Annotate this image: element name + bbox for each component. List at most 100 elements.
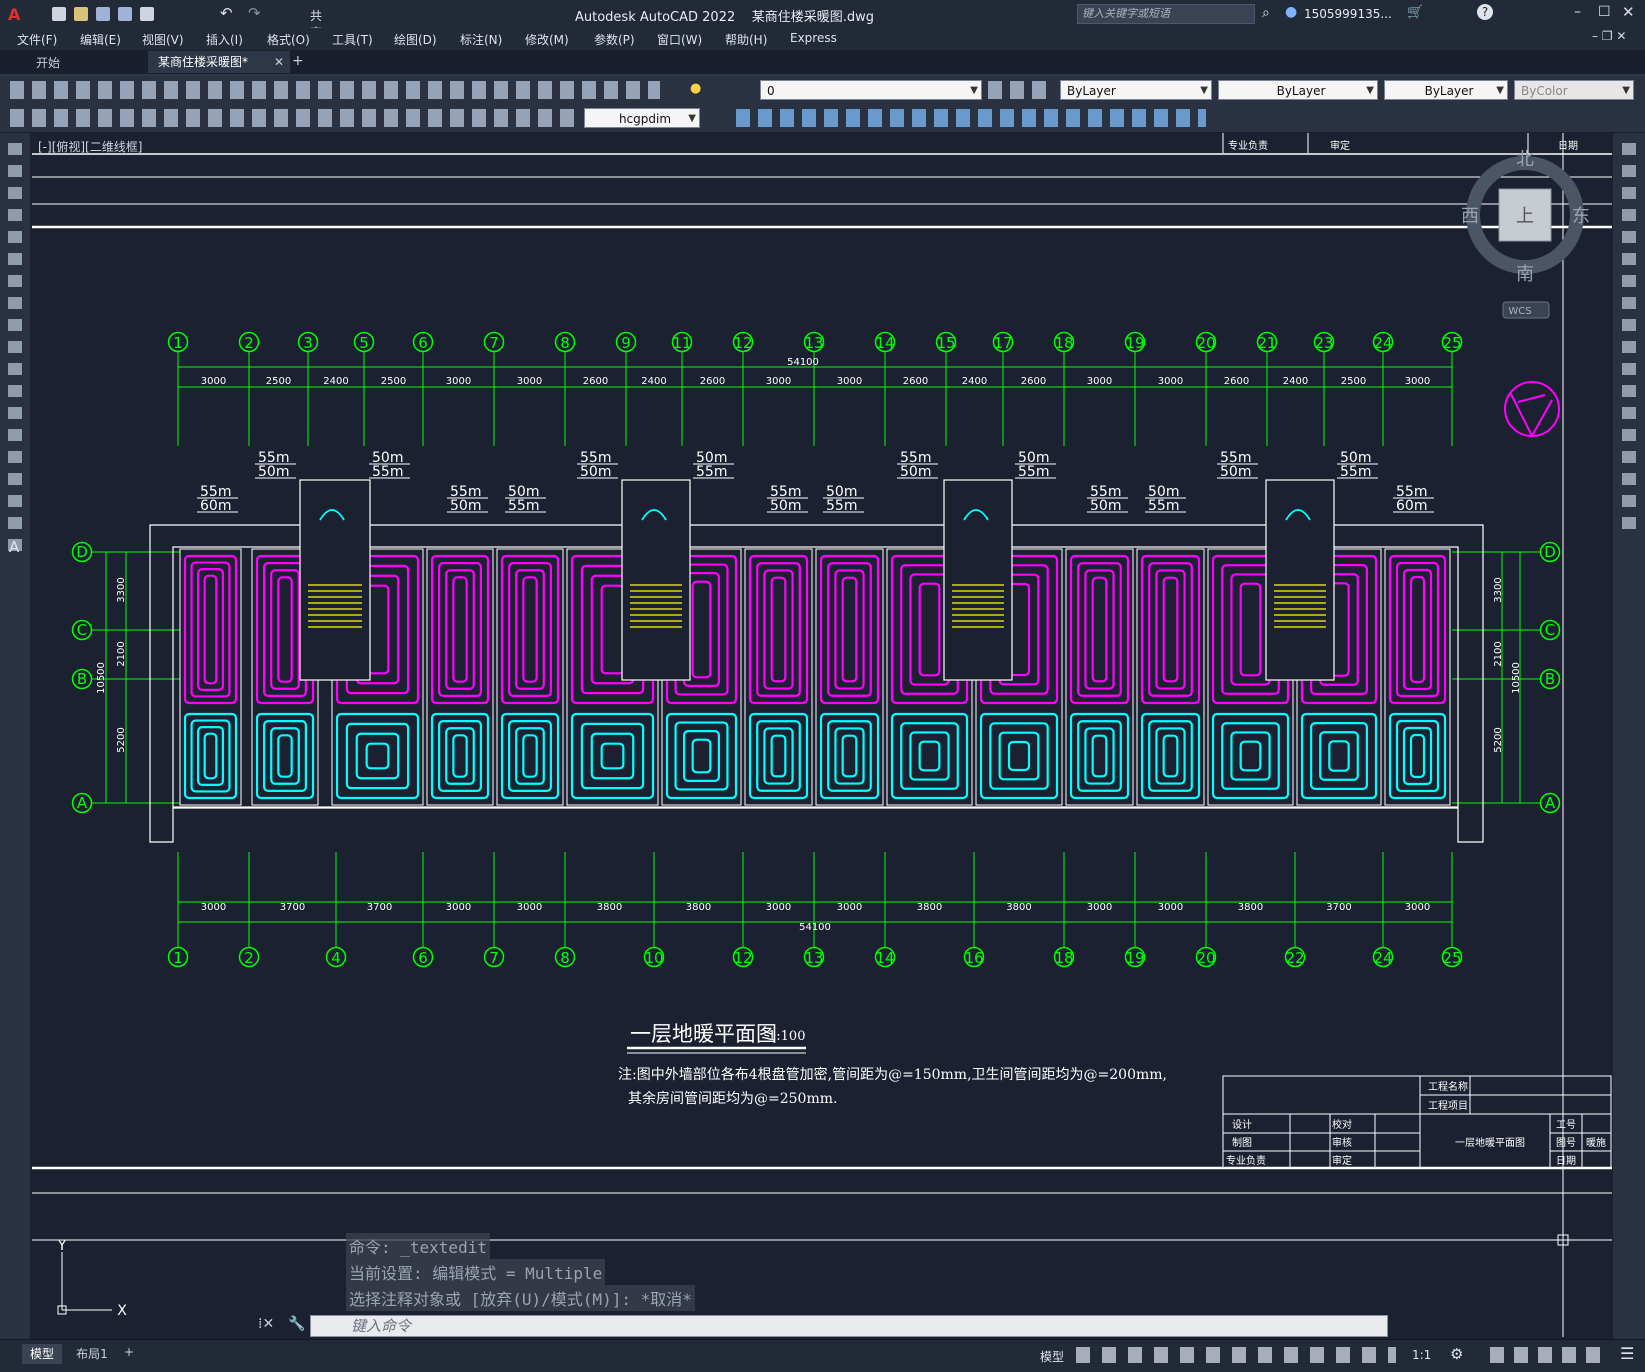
annotation-scale[interactable]: 1:1: [1412, 1348, 1431, 1362]
save-icon[interactable]: [96, 7, 110, 21]
redo-icon[interactable]: ↷: [248, 4, 261, 22]
top-dim-value: 3000: [201, 376, 226, 387]
viewport-label[interactable]: [-][俯视][二维线框]: [38, 139, 142, 154]
drawing-svg[interactable]: [-][俯视][二维线框] 专业负责 审定 日期 1 2 3 5 6 7 8 9 11 12 13 1…: [32, 133, 1612, 1337]
layer-dropdown[interactable]: 0 ▼: [760, 80, 982, 100]
left-dim-total: 10500: [96, 662, 107, 694]
heating-pipe-coil: [445, 569, 475, 690]
search-icon[interactable]: ⌕: [1262, 5, 1270, 21]
plot-icon[interactable]: [140, 7, 154, 21]
row-axis-label: C: [77, 621, 87, 639]
drawing-canvas[interactable]: [-][俯视][二维线框] 专业负责 审定 日期 1 2 3 5 6 7 8 9 11 12 13 1…: [32, 133, 1612, 1337]
tab-model[interactable]: 模型: [22, 1344, 62, 1364]
menu-insert[interactable]: 插入(I): [206, 31, 243, 48]
command-input[interactable]: 键入命令: [310, 1315, 1388, 1337]
status-toggle-icons[interactable]: [1076, 1347, 1396, 1363]
viewcube-south: 南: [1516, 264, 1534, 285]
status-right-icons[interactable]: [1490, 1347, 1600, 1363]
bottom-dim-value: 3000: [766, 902, 791, 913]
menu-express[interactable]: Express: [790, 31, 837, 45]
top-axis-label: 9: [621, 334, 631, 352]
autocad-logo-icon[interactable]: A: [8, 5, 20, 24]
menu-draw[interactable]: 绘图(D): [394, 31, 437, 48]
ucs-y-label: Y: [57, 1238, 67, 1254]
top-axis-label: 19: [1125, 334, 1144, 352]
user-icon[interactable]: ●: [1285, 4, 1297, 20]
tab-start[interactable]: 开始: [22, 53, 156, 73]
dimstyle-dropdown[interactable]: hcgpdim ▼: [584, 108, 700, 128]
new-tab-button[interactable]: +: [292, 53, 304, 69]
bottom-axis-label: 8: [560, 949, 570, 967]
heating-pipe-coil: [365, 742, 390, 770]
model-space-button[interactable]: 模型: [1040, 1348, 1064, 1365]
open-icon[interactable]: [74, 7, 88, 21]
heating-pipe-coil: [979, 712, 1059, 800]
plotstyle-dropdown[interactable]: ByColor ▼: [1514, 80, 1634, 100]
maximize-button[interactable]: ☐: [1598, 4, 1611, 20]
layer-bulb-icon[interactable]: ●: [690, 81, 701, 96]
minimize-button[interactable]: –: [1574, 4, 1581, 20]
lineweight-dropdown[interactable]: ByLayer ▼: [1384, 80, 1508, 100]
cart-icon[interactable]: 🛒: [1407, 5, 1423, 20]
heating-pipe-coil: [841, 576, 858, 683]
viewcube[interactable]: 上 北 南 西 东 WCS: [1461, 149, 1590, 319]
top-axis-label: 15: [936, 334, 955, 352]
heating-pipe-coil: [500, 712, 560, 800]
menu-dimension[interactable]: 标注(N): [460, 31, 502, 48]
close-tab-icon[interactable]: ✕: [274, 51, 284, 73]
menu-edit[interactable]: 编辑(E): [80, 31, 121, 48]
menu-modify[interactable]: 修改(M): [525, 31, 569, 48]
bottom-dim-value: 3000: [837, 902, 862, 913]
heating-pipe-coil: [834, 569, 865, 690]
tab-drawing[interactable]: 某商住楼采暖图* ✕: [148, 51, 290, 73]
top-dim-value: 2600: [700, 376, 725, 387]
settings-gear-icon[interactable]: ⚙: [1450, 1345, 1463, 1363]
menu-help[interactable]: 帮助(H): [725, 31, 767, 48]
saveas-icon[interactable]: [118, 7, 132, 21]
menu-view[interactable]: 视图(V): [142, 31, 184, 48]
menu-parametric[interactable]: 参数(P): [594, 31, 635, 48]
top-axis-label: 18: [1054, 334, 1073, 352]
doc-minimize-button[interactable]: – ❐ ✕: [1592, 29, 1626, 43]
color-dropdown[interactable]: ByLayer ▼: [1060, 80, 1212, 100]
help-icon[interactable]: ?: [1477, 4, 1493, 20]
add-layout-button[interactable]: +: [124, 1345, 134, 1359]
search-input[interactable]: 键入关键字或短语: [1077, 4, 1255, 24]
menu-file[interactable]: 文件(F): [17, 31, 57, 48]
menu-format[interactable]: 格式(O): [267, 31, 310, 48]
wcs-label: WCS: [1508, 306, 1531, 317]
top-axis-label: 13: [804, 334, 823, 352]
top-dim-value: 2400: [1283, 376, 1308, 387]
modify-tool-icons[interactable]: [1622, 143, 1636, 533]
user-name[interactable]: 1505999135...: [1304, 7, 1392, 21]
top-dim-value: 3000: [1087, 376, 1112, 387]
linetype-dropdown[interactable]: ByLayer ▼: [1218, 80, 1378, 100]
top-axis-label: 6: [418, 334, 428, 352]
draw-tool-icons[interactable]: [8, 143, 22, 553]
top-axis-label: 24: [1373, 334, 1392, 352]
bottom-dim-value: 3800: [597, 902, 622, 913]
undo-icon[interactable]: ↶: [220, 4, 233, 22]
heating-pipe-coil: [918, 582, 941, 677]
bottom-axis-label: 4: [331, 949, 341, 967]
text-tool-icon[interactable]: A: [9, 538, 19, 556]
bottom-axis-label: 19: [1125, 949, 1144, 967]
close-button[interactable]: ✕: [1622, 3, 1635, 21]
viewcube-face: 上: [1516, 206, 1534, 227]
new-icon[interactable]: [52, 7, 66, 21]
heating-pipe-coil: [1162, 576, 1179, 683]
menu-window[interactable]: 窗口(W): [657, 31, 702, 48]
top-dim-value: 2600: [903, 376, 928, 387]
menu-icon[interactable]: ☰: [1620, 1344, 1634, 1363]
heating-pipe-coil: [819, 712, 880, 800]
menu-tools[interactable]: 工具(T): [332, 31, 373, 48]
top-dim-value: 2600: [583, 376, 608, 387]
top-axis-grid: 1 2 3 5 6 7 8 9 11 12 13 14 15 17 18 19 20 21 23 24 25: [167, 331, 1463, 446]
close-cmdline-icon[interactable]: ⁞✕: [258, 1316, 274, 1332]
top-axis-label: 20: [1196, 334, 1215, 352]
top-axis-label: 5: [359, 334, 369, 352]
customize-icon[interactable]: 🔧: [288, 1316, 305, 1332]
tab-layout1[interactable]: 布局1: [72, 1344, 112, 1364]
bottom-axis-label: 18: [1054, 949, 1073, 967]
heating-pipe-coil: [1300, 712, 1378, 800]
